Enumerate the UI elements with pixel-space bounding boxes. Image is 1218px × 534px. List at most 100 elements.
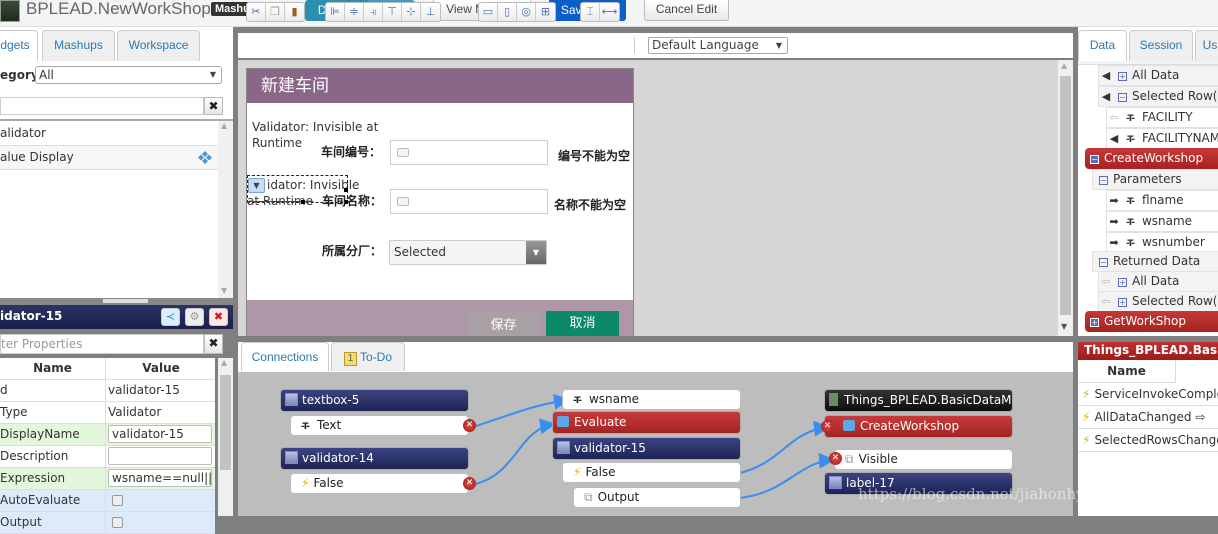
share-icon: ≺ [165,310,176,323]
widget-search-input[interactable] [0,97,204,115]
align-bottom-icon[interactable]: ⊥ [421,3,440,21]
tab-connections[interactable]: Connections [241,342,329,371]
tab-user[interactable]: Us [1195,30,1218,61]
node-visible-property[interactable]: ⧉ Visible [834,449,1013,470]
tab-todo[interactable]: 1 To-Do [331,342,405,371]
cancel-edit-button[interactable]: Cancel Edit [644,0,729,21]
expression-input[interactable] [108,469,212,487]
param-wsnumber[interactable]: ➡ -T-wsnumber [1106,232,1218,253]
left-splitter[interactable] [0,298,233,305]
data-item-all-data[interactable]: ◀ + All Data [1098,65,1218,86]
resize-handle[interactable] [301,200,305,204]
space-horizontal-icon[interactable]: ⟷ [600,3,619,21]
returned-data-group[interactable]: − Returned Data [1092,251,1218,272]
thing-icon [829,393,838,406]
workshop-name-label: 车间名称： [322,194,383,208]
data-item-facilityname[interactable]: ◀ -T- FACILITYNAME [1106,128,1218,149]
form-cancel-button[interactable]: 取消 [546,311,619,337]
event-item[interactable]: ⚡ServiceInvokeCompleted [1078,383,1218,406]
parameters-group[interactable]: − Parameters [1092,169,1218,190]
chevron-down-icon: ▼ [526,241,546,264]
same-width-icon[interactable]: ▭ [479,3,498,21]
align-middle-icon[interactable]: ⊹ [402,3,421,21]
event-icon: ⚡ [1082,433,1091,447]
remove-connection-icon[interactable]: ✕ [829,452,842,465]
collapse-icon: − [1090,155,1099,164]
param-wsname[interactable]: ➡ -T-wsname [1106,211,1218,232]
node-wsname-param[interactable]: -T-wsname [562,389,741,410]
remove-connection-icon[interactable]: ✕ [463,419,476,432]
align-right-icon[interactable]: ⫣ [364,3,383,21]
share-button[interactable]: ≺ [161,308,180,326]
data-item-selected-rows[interactable]: ◀−Selected Row(s) [1098,86,1218,107]
data-item-facility[interactable]: ⇦ -T- FACILITY [1106,107,1218,128]
tab-widgets[interactable]: dgets [0,30,38,61]
widget-item-value-display[interactable]: alue Display [0,146,218,170]
autoevaluate-checkbox[interactable] [112,495,123,506]
node-validator-15[interactable]: validator-15 [552,437,741,460]
name-error-label: 名称不能为空 [554,198,627,212]
cut-icon[interactable]: ✂ [247,3,266,21]
align-top-icon[interactable]: ⊤ [383,3,402,21]
node-validator-14[interactable]: validator-14 [280,447,469,470]
tab-data[interactable]: Data [1078,30,1127,61]
clear-filter-button[interactable]: ✖ [204,334,223,354]
node-evaluate-service[interactable]: Evaluate [552,411,741,434]
app-logo-icon [0,0,20,22]
event-item[interactable]: ⚡ AllDataChanged ⇨ [1078,406,1218,429]
textbox-icon [397,197,409,206]
expand-icon: + [1118,72,1127,81]
properties-scrollbar[interactable]: ▲ [218,358,233,516]
form-title: 新建车间 [247,69,633,103]
description-input[interactable] [108,447,212,465]
returned-selected-rows[interactable]: ⇦ + Selected Row(s) [1098,291,1218,312]
chevron-down-icon: ▼ [775,41,782,50]
node-createworkshop-service[interactable]: CreateWorkshop [824,415,1013,438]
space-vertical-icon[interactable]: ⌶ [581,3,600,21]
category-select[interactable]: All ▼ [35,66,222,84]
node-thing[interactable]: Things_BPLEAD.BasicDataMa... [824,389,1013,412]
node-false-event[interactable]: ⚡ False [562,462,741,483]
widget-menu-button[interactable]: ▼ [248,178,265,193]
tab-session[interactable]: Session [1129,30,1193,61]
close-properties-button[interactable]: ✖ [209,308,228,326]
align-center-icon[interactable]: ≑ [345,3,364,21]
language-select[interactable]: Default Language ▼ [648,37,788,54]
node-textbox-5[interactable]: textbox-5 [280,389,469,412]
settings-button[interactable]: ⚙ [185,308,204,326]
service-getworkshop[interactable]: + GetWorkShop [1085,311,1218,332]
grid-icon[interactable]: ⊞ [536,3,555,21]
center-icon[interactable]: ◎ [517,3,536,21]
copy-icon[interactable]: ❐ [266,3,285,21]
returned-all-data[interactable]: ⇦ + All Data [1098,271,1218,292]
widget-item-validator[interactable]: alidator [0,122,218,146]
workshop-name-input[interactable] [390,189,548,214]
tab-mashups[interactable]: Mashups [42,30,115,61]
service-createworkshop[interactable]: − CreateWorkshop [1085,148,1218,169]
remove-connection-icon[interactable]: ✕ [821,420,834,433]
filter-properties-input[interactable]: ter Properties [0,334,204,354]
clear-search-button[interactable]: ✖ [204,97,223,115]
property-name: Type [0,402,106,424]
same-height-icon[interactable]: ▯ [498,3,517,21]
paste-icon[interactable]: ▮ [285,3,304,21]
output-checkbox[interactable] [112,517,123,528]
node-false-event[interactable]: ⚡ False [290,473,469,494]
node-output-property[interactable]: ⧉ Output [573,487,741,508]
align-left-icon[interactable]: ⊫ [326,3,345,21]
remove-connection-icon[interactable]: ✕ [463,477,476,490]
item-label: FACILITYNAME [1141,131,1218,145]
param-flname[interactable]: ➡ -T-flname [1106,190,1218,211]
widget-list-scrollbar[interactable]: ▲ ▼ [218,121,233,298]
language-value: Default Language [652,38,759,52]
node-text-property[interactable]: -T- Text [290,415,469,436]
text-type-icon: -T- [1126,197,1135,207]
event-item[interactable]: ⚡ SelectedRowsChanged [1078,429,1218,452]
tab-workspace[interactable]: Workspace [117,30,200,61]
factory-select[interactable]: Selected ▼ [389,240,547,265]
displayname-input[interactable] [108,425,212,443]
canvas-scrollbar[interactable]: ▲ ▼ [1058,60,1073,336]
workshop-number-input[interactable] [390,140,548,165]
form-save-button[interactable]: 保存 [468,312,539,337]
table-header: Name Value [0,358,215,380]
